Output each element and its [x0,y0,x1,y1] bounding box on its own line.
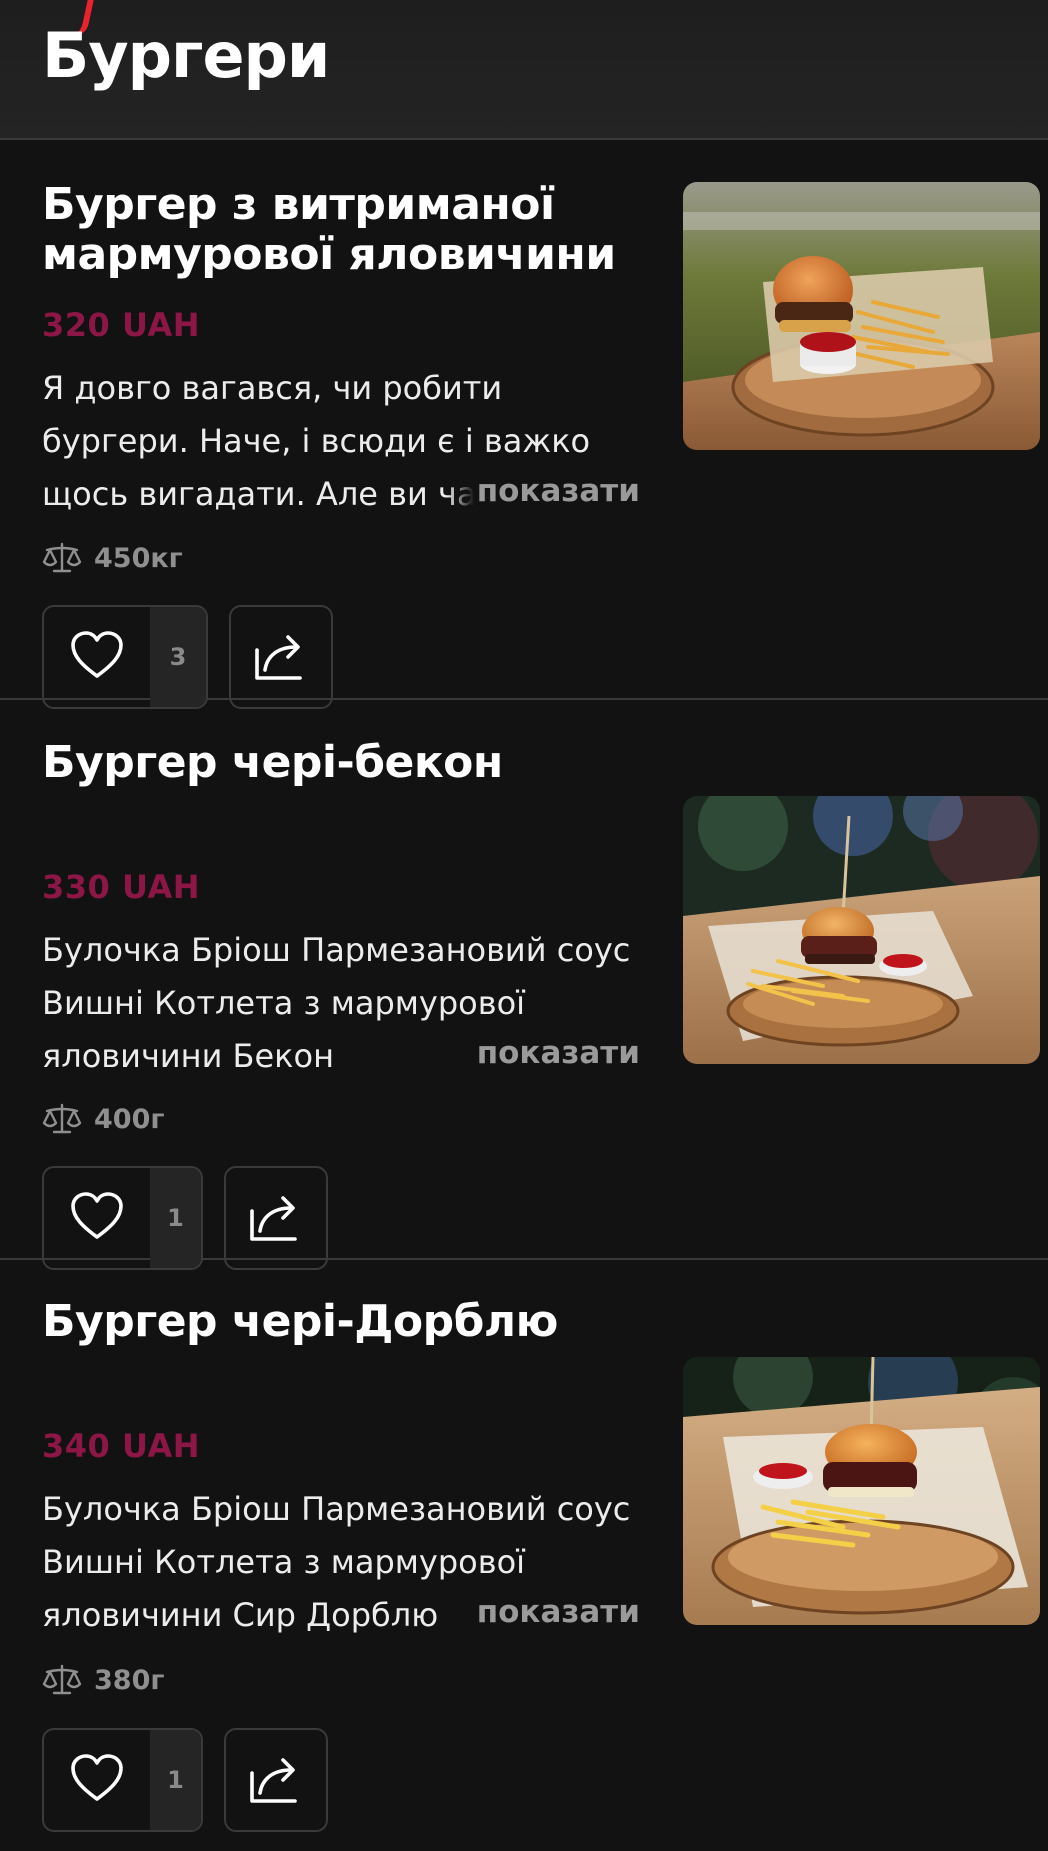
like-group: 1 [42,1166,203,1270]
item-price: 340 UAH [42,1427,200,1465]
scale-icon [42,541,82,575]
like-group: 1 [42,1728,203,1832]
heart-icon [70,630,124,684]
item-title: Бургер з витриманої мармурової яловичини [42,179,616,280]
item-title: Бургер чері-бекон [42,737,503,788]
item-weight: 400г [42,1102,164,1136]
share-icon [252,628,310,686]
share-icon [247,1189,305,1247]
show-more-link[interactable]: показати [446,1035,640,1071]
item-weight-value: 450кг [94,542,183,574]
scale-icon [42,1663,82,1697]
show-more-link[interactable]: показати [446,473,640,509]
item-photo[interactable] [683,796,1040,1064]
share-icon [247,1751,305,1809]
menu-item[interactable]: Бургер чері-бекон 330 UAH Булочка Бріош … [0,700,1048,1270]
heart-icon [70,1191,124,1245]
item-title: Бургер чері-Дорблю [42,1296,558,1347]
share-button[interactable] [229,605,333,709]
item-photo[interactable] [683,182,1040,450]
menu-item[interactable]: Бургер з витриманої мармурової яловичини… [0,140,1048,709]
item-photo[interactable] [683,1357,1040,1625]
page-header: Бургери [0,0,1048,140]
like-button[interactable] [44,1168,150,1268]
show-more-link[interactable]: показати [446,1594,640,1630]
item-weight: 380г [42,1663,164,1697]
share-button[interactable] [224,1166,328,1270]
scale-icon [42,1102,82,1136]
item-weight-value: 380г [94,1664,165,1696]
item-price: 330 UAH [42,868,200,906]
like-count: 1 [150,1168,201,1268]
like-button[interactable] [44,1730,150,1830]
item-weight: 450кг [42,541,183,575]
like-button[interactable] [44,607,150,707]
menu-item[interactable]: Бургер чері-Дорблю 340 UAH Булочка Бріош… [0,1261,1048,1832]
like-count: 3 [150,607,206,707]
page-title: Бургери [42,19,330,92]
heart-icon [70,1753,124,1807]
item-weight-value: 400г [94,1103,165,1135]
like-count: 1 [150,1730,201,1830]
share-button[interactable] [224,1728,328,1832]
item-price: 320 UAH [42,306,200,344]
like-group: 3 [42,605,208,709]
